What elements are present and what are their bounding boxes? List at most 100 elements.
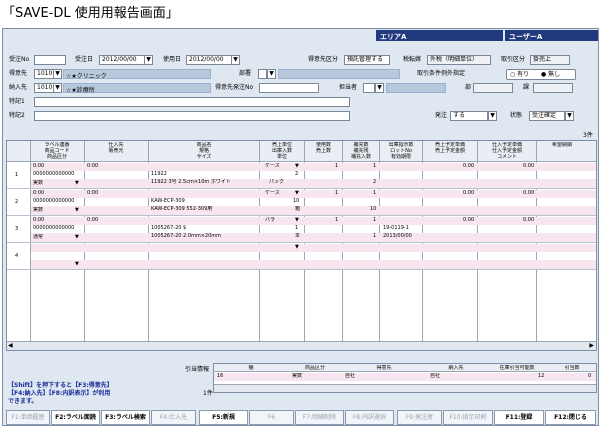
order-flag-dropdown[interactable]: ▼ bbox=[488, 111, 497, 121]
f5-new-button[interactable]: F5:新規 bbox=[199, 410, 248, 425]
juchu-no-input[interactable] bbox=[34, 55, 66, 65]
alloc-label: 引当情報 bbox=[185, 366, 210, 373]
client-code-input[interactable]: 1010 bbox=[34, 69, 54, 79]
dept-name-field bbox=[278, 69, 400, 79]
f1-price-history-button[interactable]: F1:単価履歴 bbox=[6, 410, 50, 425]
f2-label-read-button[interactable]: F2:ラベル面読 bbox=[51, 410, 100, 425]
status-select[interactable]: 受注確定 bbox=[529, 111, 565, 121]
dept-input[interactable] bbox=[258, 69, 267, 79]
tax-value: 外税（明細単位） bbox=[427, 55, 491, 65]
chevron-down-icon: ▼ bbox=[55, 84, 60, 91]
table-row[interactable]: 2 0:00 0:00 0000000000000 実数 ▼ KAW-ECP-3… bbox=[7, 190, 596, 216]
chevron-down-icon: ▼ bbox=[567, 112, 572, 119]
header-replenish: 補充数 補充残 補充入数 bbox=[350, 142, 371, 160]
header-use-qty: 使用数 売上数 bbox=[315, 142, 331, 154]
header-product-name: 商品名 規格 サイズ bbox=[196, 142, 212, 160]
header-shipping: 出庫指示数 ロットNo 有効期限 bbox=[388, 142, 414, 160]
user-label: ユーザーA bbox=[505, 30, 598, 41]
staff-dropdown[interactable]: ▼ bbox=[375, 83, 384, 93]
section-label: 部 bbox=[465, 84, 472, 91]
header-supplier: 仕入先 販売元 bbox=[108, 142, 124, 154]
detail-grid: ラベル連番 商品コード 商品区分 仕入先 販売元 商品名 規格 サイズ 売上単位 出庫入数単… bbox=[6, 140, 597, 351]
cond-label: 取引条件例外指定 bbox=[417, 70, 466, 77]
deal-type-value: 掛売上 bbox=[530, 55, 570, 65]
cond-no-radio[interactable]: ● 無し bbox=[541, 71, 560, 79]
dept-dropdown[interactable]: ▼ bbox=[267, 69, 276, 79]
client-type-label: 得意先区分 bbox=[308, 56, 339, 63]
header-purchase-price: 仕入予定単価 仕入予定金額 コメント bbox=[491, 142, 522, 160]
client-dropdown[interactable]: ▼ bbox=[53, 69, 62, 79]
staff-label: 担当者 bbox=[339, 84, 358, 91]
client-type-value: 預託管理する bbox=[344, 55, 390, 65]
chevron-down-icon: ▼ bbox=[55, 70, 60, 77]
chevron-down-icon: ▼ bbox=[269, 70, 274, 77]
dest-label: 納入先 bbox=[9, 84, 28, 91]
juchu-date-dropdown[interactable]: ▼ bbox=[144, 55, 153, 65]
chevron-right-icon[interactable]: ▶ bbox=[589, 342, 594, 349]
use-date-label: 使用日 bbox=[163, 56, 182, 63]
juchu-date-input[interactable]: 2012/00/00 bbox=[99, 55, 145, 65]
alloc-h-scrollbar[interactable] bbox=[214, 384, 596, 392]
juchu-no-label: 受注No bbox=[9, 56, 30, 63]
chevron-down-icon[interactable]: ▼ bbox=[295, 217, 299, 224]
client-label: 得意先 bbox=[9, 70, 28, 77]
page-title: 「SAVE-DL 使用用報告画面」 bbox=[2, 6, 179, 21]
row-number: 1 bbox=[15, 172, 19, 178]
chevron-left-icon[interactable]: ◀ bbox=[8, 342, 13, 349]
note1-label: 特記1 bbox=[9, 98, 25, 105]
chevron-down-icon[interactable]: ▼ bbox=[295, 190, 299, 197]
cond-yes-radio[interactable]: ○ 有り bbox=[510, 71, 529, 79]
f8-breakdown-button[interactable]: F8:内訳選択 bbox=[345, 410, 394, 425]
client-name-field: ☆★クリニック bbox=[63, 69, 211, 80]
grid-header: ラベル連番 商品コード 商品区分 仕入先 販売元 商品名 規格 サイズ 売上単位 出庫入数単… bbox=[7, 141, 596, 162]
division-label: 課 bbox=[523, 84, 530, 91]
chevron-down-icon[interactable]: ▼ bbox=[295, 163, 299, 170]
table-row[interactable]: 3 0:00 0:00 0000000000000 通常 ▼ 1005267-2… bbox=[7, 217, 596, 243]
f12-close-button[interactable]: F12:閉じる bbox=[545, 410, 596, 425]
f9-orderer-button[interactable]: F9:発注者 bbox=[397, 410, 442, 425]
grid-h-scrollbar[interactable]: ◀ ▶ bbox=[7, 341, 596, 350]
chevron-down-icon[interactable]: ▼ bbox=[295, 244, 299, 251]
f3-label-search-button[interactable]: F3:ラベル検索 bbox=[101, 410, 150, 425]
grid-count: 3件 bbox=[583, 132, 593, 139]
order-flag-label: 発注 bbox=[435, 112, 448, 119]
dept-label: 部署 bbox=[239, 70, 252, 77]
dest-dropdown[interactable]: ▼ bbox=[53, 83, 62, 93]
alloc-grid: 棚 商品区分 得意先 納入先 在庫引当可能数 引当数 16 実数 自社 自社 1… bbox=[213, 363, 597, 393]
header-desired-date: 希望納期 bbox=[551, 142, 572, 148]
chevron-down-icon: ▼ bbox=[490, 112, 495, 119]
header-sales-price: 売上予定単価 売上予定金額 bbox=[434, 142, 465, 154]
use-date-input[interactable]: 2012/00/00 bbox=[186, 55, 232, 65]
area-label: エリアA bbox=[376, 30, 503, 41]
f10-print-button[interactable]: F10:指示印刷 bbox=[443, 410, 493, 425]
note1-input[interactable] bbox=[34, 97, 350, 107]
section-value bbox=[473, 83, 513, 93]
client-name: ☆★クリニック bbox=[66, 73, 107, 80]
status-dropdown[interactable]: ▼ bbox=[565, 111, 574, 121]
dest-code-input[interactable]: 1010 bbox=[34, 83, 54, 93]
cond-radio-group: ○ 有り ● 無し bbox=[506, 69, 576, 80]
status-label: 状態 bbox=[510, 112, 523, 119]
chevron-down-icon[interactable]: ▼ bbox=[75, 207, 79, 214]
f6-button[interactable]: F6 bbox=[249, 410, 294, 425]
order-flag-select[interactable]: する bbox=[450, 111, 488, 121]
order-no-input[interactable] bbox=[259, 83, 319, 93]
row-number: 3 bbox=[15, 226, 19, 232]
f11-register-button[interactable]: F11:登録 bbox=[494, 410, 544, 425]
staff-input[interactable] bbox=[363, 83, 375, 93]
dest-name-field: ☆★診療所 bbox=[63, 83, 211, 94]
row-number: 2 bbox=[15, 199, 19, 205]
app-window: エリアA ユーザーA 受注No 受注日 2012/00/00 ▼ 使用日 201… bbox=[2, 28, 599, 426]
dest-name: ☆★診療所 bbox=[66, 87, 95, 94]
f7-delete-detail-button[interactable]: F7:明細削除 bbox=[295, 410, 344, 425]
table-row[interactable]: 4 ▼ ▼ bbox=[7, 244, 596, 270]
chevron-down-icon[interactable]: ▼ bbox=[75, 234, 79, 241]
note2-input[interactable] bbox=[34, 111, 350, 121]
chevron-down-icon[interactable]: ▼ bbox=[75, 180, 79, 187]
chevron-down-icon[interactable]: ▼ bbox=[75, 261, 79, 268]
use-date-dropdown[interactable]: ▼ bbox=[231, 55, 240, 65]
table-row[interactable]: 16 実数 自社 自社 12 0 bbox=[214, 373, 596, 381]
chevron-down-icon: ▼ bbox=[146, 56, 151, 63]
table-row[interactable]: 1 0:00 0:00 0000000000000 実数 ▼ 11922 119… bbox=[7, 163, 596, 189]
f4-supplier-button[interactable]: F4:仕入先 bbox=[151, 410, 196, 425]
